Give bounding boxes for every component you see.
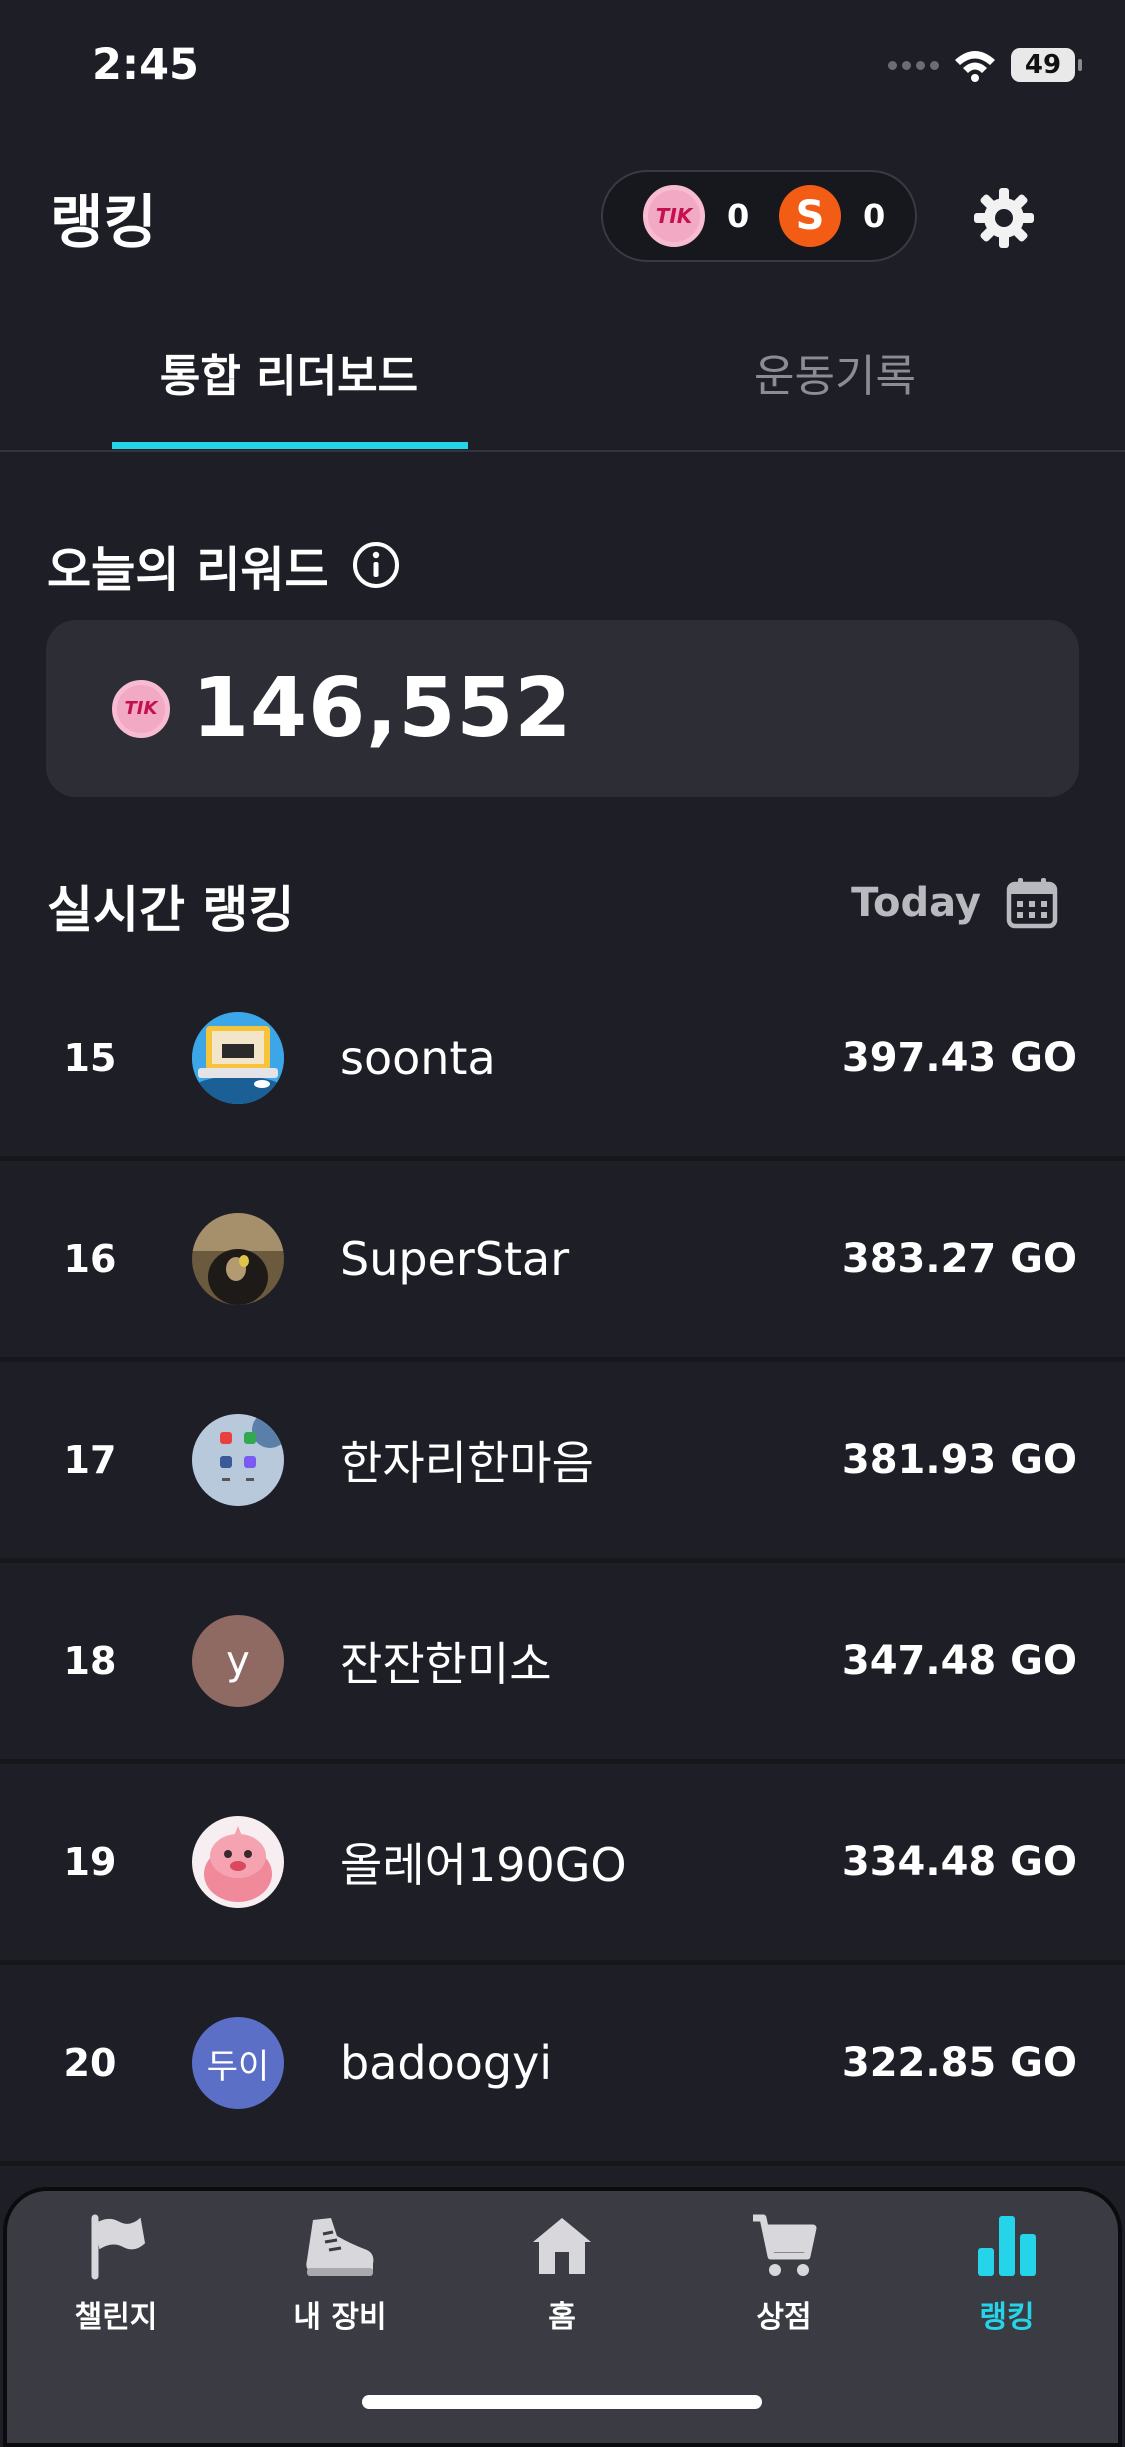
avatar xyxy=(192,1012,284,1104)
nav-challenge[interactable]: 챌린지 xyxy=(26,2210,206,2336)
avatar xyxy=(192,1213,284,1305)
ranking-row[interactable]: 17 한자리한마음 381.93 GO xyxy=(0,1362,1125,1563)
tik-coin-count: 0 xyxy=(727,197,750,235)
page-title: 랭킹 xyxy=(50,188,157,256)
tik-coin-icon: TIK xyxy=(643,185,705,247)
character-avatar-icon xyxy=(192,1816,284,1908)
battery-indicator: 49 xyxy=(1011,48,1082,82)
status-indicators: 49 xyxy=(888,48,1082,82)
rank-number: 17 xyxy=(63,1438,117,1482)
status-time: 2:45 xyxy=(92,40,199,90)
score: 381.93 GO xyxy=(841,1437,1077,1483)
reward-value: 146,552 xyxy=(192,661,573,756)
text-avatar: 두이 xyxy=(192,2017,284,2109)
flag-icon xyxy=(91,2214,146,2280)
rank-number: 20 xyxy=(63,2041,117,2085)
calendar-icon xyxy=(1006,878,1058,929)
ranking-title: 실시간 랭킹 xyxy=(47,881,295,939)
tab-workout-records[interactable]: 운동기록 xyxy=(635,340,1035,404)
nav-label: 내 장비 xyxy=(293,2300,387,2335)
currency-balance[interactable]: TIK 0 S 0 xyxy=(601,170,917,262)
ranking-row[interactable]: 19 올레어190GO 334.48 GO xyxy=(0,1764,1125,1965)
username: 한자리한마음 xyxy=(340,1436,594,1490)
reward-section-title: 오늘의 리워드 xyxy=(47,530,401,600)
ranking-row[interactable]: 18 y 잔잔한미소 347.48 GO xyxy=(0,1563,1125,1764)
score: 383.27 GO xyxy=(841,1236,1077,1282)
nav-home[interactable]: 홈 xyxy=(472,2210,652,2336)
bar-chart-icon xyxy=(978,2216,1036,2276)
score: 334.48 GO xyxy=(841,1839,1077,1885)
s-coin-count: 0 xyxy=(863,197,886,235)
ranking-row[interactable]: 20 두이 badoogyi 322.85 GO xyxy=(0,1965,1125,2166)
score: 322.85 GO xyxy=(841,2040,1077,2086)
score: 347.48 GO xyxy=(841,1638,1077,1684)
avatar-initial: y xyxy=(226,1638,250,1684)
avatar xyxy=(192,1414,284,1506)
photo-avatar-icon xyxy=(192,1213,284,1305)
username: 잔잔한미소 xyxy=(340,1637,552,1691)
avatar xyxy=(192,1816,284,1908)
nav-label: 상점 xyxy=(756,2300,812,2335)
rank-number: 18 xyxy=(63,1639,117,1683)
home-indicator[interactable] xyxy=(362,2395,762,2409)
rank-number: 19 xyxy=(63,1840,117,1884)
rank-number: 15 xyxy=(63,1036,117,1080)
username: soonta xyxy=(340,1031,496,1085)
username: SuperStar xyxy=(340,1232,570,1286)
info-icon[interactable] xyxy=(351,540,401,590)
rank-number: 16 xyxy=(63,1237,117,1281)
avatar-text: 두이 xyxy=(206,2046,270,2087)
laptop-avatar-icon xyxy=(192,1012,284,1104)
cellular-signal-icon xyxy=(888,60,939,70)
tab-divider xyxy=(0,450,1125,452)
score: 397.43 GO xyxy=(841,1035,1077,1081)
tab-leaderboard[interactable]: 통합 리더보드 xyxy=(89,340,489,404)
ranking-list: 15 soonta 397.43 GO 16 SuperStar 383.27 … xyxy=(0,960,1125,2166)
nav-shop[interactable]: 상점 xyxy=(694,2210,874,2336)
date-filter-label: Today xyxy=(851,880,981,926)
ranking-row[interactable]: 15 soonta 397.43 GO xyxy=(0,960,1125,1161)
gear-icon[interactable] xyxy=(972,186,1036,250)
active-tab-indicator xyxy=(112,442,468,449)
ranking-row[interactable]: 16 SuperStar 383.27 GO xyxy=(0,1161,1125,1362)
tik-coin-icon: TIK xyxy=(112,679,170,738)
date-filter-button[interactable]: Today xyxy=(851,876,1059,930)
reward-title-text: 오늘의 리워드 xyxy=(47,542,329,598)
sneaker-icon xyxy=(306,2218,374,2276)
s-coin-icon: S xyxy=(779,185,841,247)
cart-icon xyxy=(753,2214,817,2276)
nav-label: 랭킹 xyxy=(979,2300,1035,2335)
nav-label: 홈 xyxy=(548,2300,576,2335)
reward-card: TIK 146,552 xyxy=(46,620,1079,797)
apps-avatar-icon xyxy=(192,1414,284,1506)
nav-label: 챌린지 xyxy=(74,2300,158,2335)
wifi-icon xyxy=(955,51,995,82)
home-icon xyxy=(533,2218,591,2274)
letter-avatar: y xyxy=(192,1615,284,1707)
username: 올레어190GO xyxy=(340,1838,627,1892)
nav-ranking[interactable]: 랭킹 xyxy=(917,2210,1097,2336)
nav-my-gear[interactable]: 내 장비 xyxy=(250,2210,430,2336)
username: badoogyi xyxy=(340,2036,553,2090)
